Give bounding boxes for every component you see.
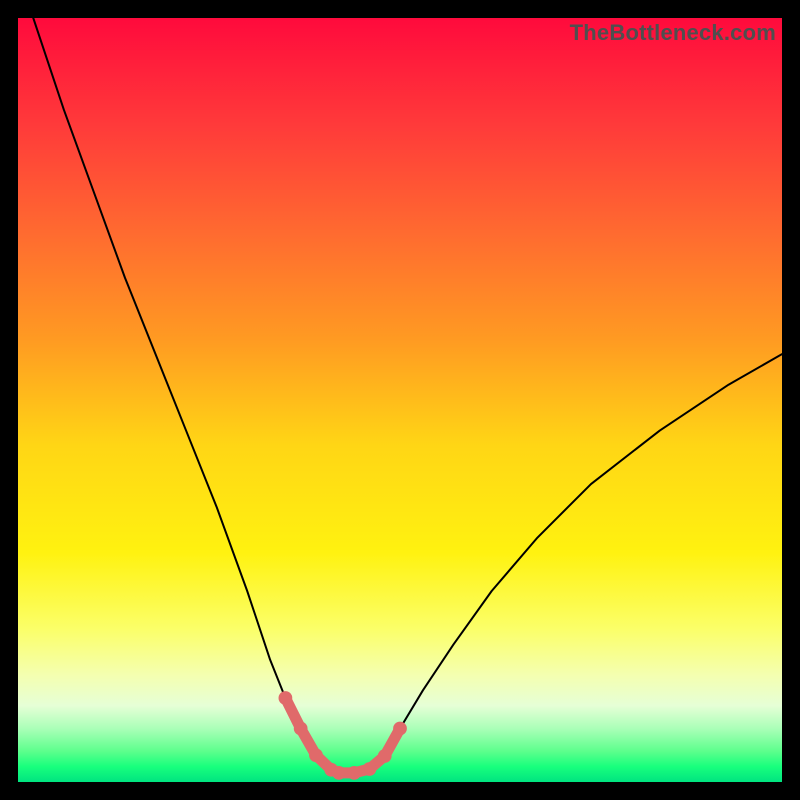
chart-frame: TheBottleneck.com <box>0 0 800 800</box>
curve-svg <box>18 18 782 782</box>
sweet-spot-dot <box>347 766 361 780</box>
bottleneck-curve <box>33 18 782 773</box>
sweet-spot-dot <box>309 748 323 762</box>
sweet-spot-dot <box>294 722 308 736</box>
plot-area: TheBottleneck.com <box>18 18 782 782</box>
sweet-spot-dot <box>363 762 377 776</box>
sweet-spot-dot <box>332 766 346 780</box>
sweet-spot-dot <box>378 749 392 763</box>
sweet-spot-dot <box>393 722 407 736</box>
sweet-spot-dot <box>279 691 293 705</box>
